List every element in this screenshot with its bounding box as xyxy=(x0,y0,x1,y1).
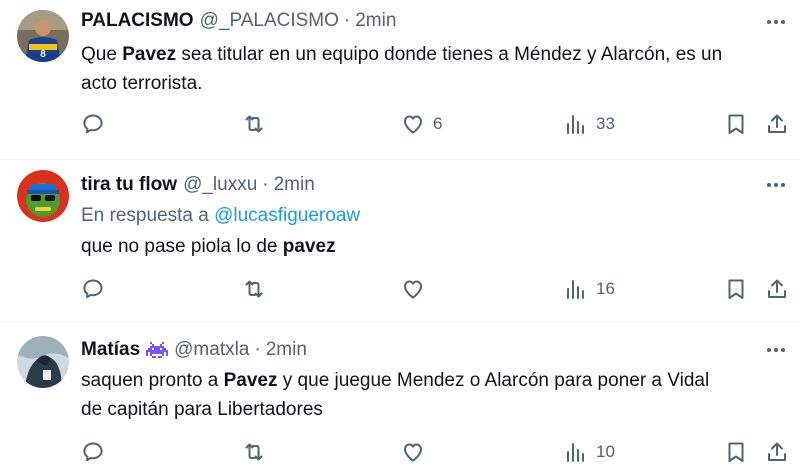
separator-dot: · xyxy=(262,174,269,195)
view-count: 16 xyxy=(596,279,615,298)
retweet-button[interactable] xyxy=(242,275,266,303)
tweet[interactable]: 8 PALACISMO @_PALACISMO · 2min Que Pavez… xyxy=(0,0,800,160)
avatar[interactable]: 8 xyxy=(17,10,69,62)
timestamp[interactable]: 2min xyxy=(266,339,307,361)
bookmark-button[interactable] xyxy=(724,275,748,303)
tweet-header: tira tu flow @_luxxu · 2min xyxy=(81,173,315,197)
like-button[interactable] xyxy=(401,275,425,303)
reply-feed: 8 PALACISMO @_PALACISMO · 2min Que Pavez… xyxy=(0,0,800,472)
views-button[interactable]: 16 xyxy=(564,275,615,303)
action-bar: 16 xyxy=(81,275,793,303)
tweet-header: Matías @matxla · 2min xyxy=(81,338,307,362)
views-button[interactable]: 33 xyxy=(564,110,615,138)
more-icon[interactable] xyxy=(764,175,788,195)
timestamp[interactable]: 2min xyxy=(355,10,396,32)
view-count: 33 xyxy=(596,114,615,133)
separator-dot: · xyxy=(343,10,351,31)
views-icon xyxy=(567,280,584,299)
separator-dot: · xyxy=(254,339,261,360)
avatar[interactable] xyxy=(17,336,69,388)
reply-icon xyxy=(83,114,103,134)
avatar[interactable] xyxy=(17,170,69,222)
reply-button[interactable] xyxy=(81,275,105,303)
like-button[interactable] xyxy=(401,438,425,466)
share-button[interactable] xyxy=(765,110,789,138)
svg-text:8: 8 xyxy=(40,49,46,60)
action-bar: 6 33 xyxy=(81,110,793,138)
views-icon xyxy=(567,115,584,134)
user-handle[interactable]: @_PALACISMO xyxy=(200,10,339,32)
display-name[interactable]: PALACISMO xyxy=(81,10,194,32)
user-handle[interactable]: @_luxxu xyxy=(183,174,257,196)
display-name[interactable]: tira tu flow xyxy=(81,174,177,196)
heart-icon xyxy=(404,280,422,299)
tweet-text: que no pase piola lo de pavez xyxy=(81,236,336,257)
bookmark-button[interactable] xyxy=(724,438,748,466)
share-button[interactable] xyxy=(765,438,789,466)
reply-button[interactable] xyxy=(81,110,105,138)
reply-to-link[interactable]: @lucasfigueroaw xyxy=(214,205,360,226)
like-count: 6 xyxy=(433,114,443,133)
view-count: 10 xyxy=(596,442,615,461)
retweet-icon xyxy=(245,115,263,133)
heart-icon xyxy=(404,115,422,134)
space-invader-icon xyxy=(146,339,169,361)
reply-icon xyxy=(83,279,103,299)
replying-to: En respuesta a @lucasfigueroaw xyxy=(81,205,361,226)
heart-icon xyxy=(404,443,422,462)
share-icon xyxy=(768,442,786,461)
bookmark-icon xyxy=(728,114,744,134)
views-icon xyxy=(567,443,584,462)
tweet-text: Que Pavez sea titular en un equipo donde… xyxy=(81,44,723,94)
share-icon xyxy=(768,279,786,298)
retweet-button[interactable] xyxy=(242,110,266,138)
share-button[interactable] xyxy=(765,275,789,303)
tweet-text: saquen pronto a Pavez y que juegue Mende… xyxy=(81,370,710,420)
tweet[interactable]: tira tu flow @_luxxu · 2min En respuesta… xyxy=(0,160,800,322)
tweet-header: PALACISMO @_PALACISMO · 2min xyxy=(81,9,396,33)
views-button[interactable]: 10 xyxy=(564,438,615,466)
display-name[interactable]: Matías xyxy=(81,339,140,361)
timestamp[interactable]: 2min xyxy=(274,174,315,196)
share-icon xyxy=(768,114,786,133)
action-bar: 10 xyxy=(81,438,793,466)
like-button[interactable]: 6 xyxy=(401,110,442,138)
bookmark-button[interactable] xyxy=(724,110,748,138)
retweet-icon xyxy=(245,443,263,461)
retweet-icon xyxy=(245,280,263,298)
bookmark-icon xyxy=(728,442,744,462)
reply-button[interactable] xyxy=(81,438,105,466)
more-icon[interactable] xyxy=(764,340,788,360)
more-icon[interactable] xyxy=(764,12,788,32)
bookmark-icon xyxy=(728,279,744,299)
retweet-button[interactable] xyxy=(242,438,266,466)
user-handle[interactable]: @matxla xyxy=(174,339,249,361)
tweet[interactable]: Matías @matxla · 2min saquen pronto a Pa… xyxy=(0,322,800,472)
reply-icon xyxy=(83,442,103,462)
